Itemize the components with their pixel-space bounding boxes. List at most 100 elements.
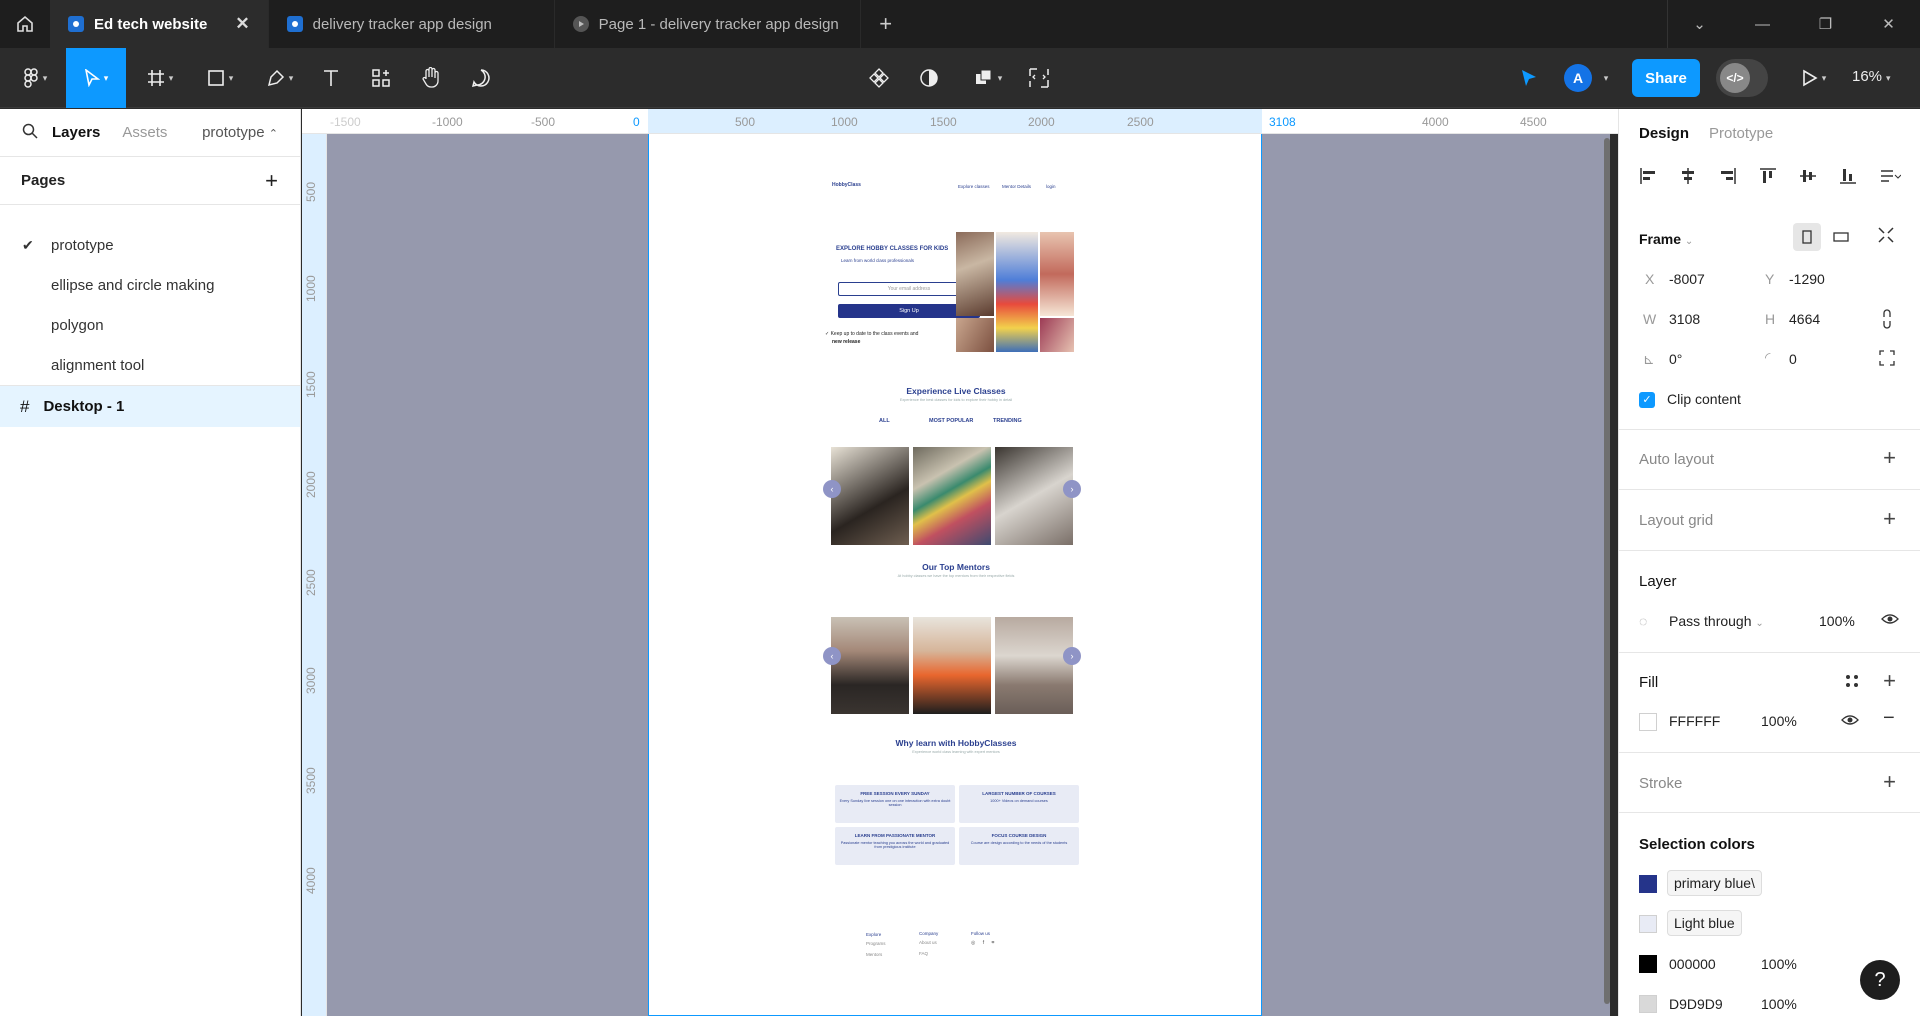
- components-icon[interactable]: [866, 60, 892, 96]
- tab-layers[interactable]: Layers: [52, 124, 100, 141]
- rotation-field[interactable]: 0°: [1669, 351, 1682, 367]
- add-auto-layout-plus-icon[interactable]: +: [1883, 445, 1896, 471]
- resize-to-fit-icon[interactable]: [1877, 226, 1895, 248]
- clip-content-checkbox[interactable]: ✓: [1639, 392, 1655, 408]
- frame-section-title[interactable]: Frame ⌄: [1639, 231, 1693, 247]
- frame-tool-icon[interactable]: ▾: [140, 60, 180, 96]
- add-page-plus-icon[interactable]: +: [265, 168, 278, 194]
- tab-design[interactable]: Design: [1639, 125, 1689, 142]
- fill-swatch[interactable]: [1639, 713, 1657, 731]
- close-tab-icon[interactable]: ✕: [235, 14, 249, 34]
- nav-mentors[interactable]: Mentor Details: [1002, 184, 1031, 189]
- new-tab-plus-icon[interactable]: +: [861, 0, 911, 48]
- canvas-scrollbar[interactable]: [1604, 138, 1610, 1004]
- fill-opacity-field[interactable]: 100%: [1761, 713, 1797, 729]
- eye-icon[interactable]: [1841, 713, 1859, 731]
- present-play-icon[interactable]: ▾: [1796, 60, 1832, 96]
- width-field[interactable]: 3108: [1669, 311, 1700, 327]
- footer-link[interactable]: Programs: [866, 941, 886, 946]
- rectangle-tool-icon[interactable]: ▾: [200, 60, 240, 96]
- align-center-v-icon[interactable]: [1799, 167, 1817, 189]
- mentor-next-icon[interactable]: ›: [1063, 647, 1081, 665]
- style-pill-primary-blue[interactable]: primary blue\: [1667, 870, 1762, 896]
- blend-mode-select[interactable]: Pass through ⌄: [1669, 613, 1764, 629]
- page-item-ellipse[interactable]: ellipse and circle making: [0, 265, 300, 305]
- color-hex-black[interactable]: 000000: [1669, 956, 1716, 972]
- independent-corners-icon[interactable]: [1879, 350, 1895, 370]
- height-field[interactable]: 4664: [1789, 311, 1820, 327]
- eye-icon[interactable]: [1881, 612, 1899, 630]
- color-hex-gray[interactable]: D9D9D9: [1669, 996, 1723, 1012]
- color-swatch-black[interactable]: [1639, 955, 1657, 973]
- filter-all[interactable]: ALL: [879, 418, 890, 424]
- remove-fill-minus-icon[interactable]: −: [1883, 707, 1895, 730]
- crop-code-icon[interactable]: [1026, 60, 1052, 96]
- layer-opacity-field[interactable]: 100%: [1819, 613, 1855, 629]
- search-icon[interactable]: [22, 123, 38, 143]
- tab-delivery-tracker[interactable]: delivery tracker app design: [269, 0, 555, 48]
- fill-hex-field[interactable]: FFFFFF: [1669, 713, 1720, 729]
- mentor-prev-icon[interactable]: ‹: [823, 647, 841, 665]
- page-item-clipped[interactable]: [0, 205, 300, 225]
- pen-tool-icon[interactable]: ▾: [260, 60, 300, 96]
- landscape-icon[interactable]: [1827, 223, 1855, 251]
- canvas[interactable]: HobbyClass Explore classes Mentor Detail…: [327, 134, 1610, 1016]
- corner-radius-field[interactable]: 0: [1789, 351, 1797, 367]
- mask-icon[interactable]: [916, 60, 942, 96]
- page-item-prototype[interactable]: ✔ prototype: [0, 225, 300, 265]
- color-swatch-light-blue[interactable]: [1639, 915, 1657, 933]
- add-fill-plus-icon[interactable]: +: [1883, 668, 1896, 694]
- distribute-icon[interactable]: [1879, 167, 1902, 189]
- dev-mode-toggle[interactable]: </>: [1716, 59, 1768, 97]
- page-item-alignment[interactable]: alignment tool: [0, 345, 300, 385]
- home-icon[interactable]: [0, 0, 50, 48]
- move-tool-icon[interactable]: ▾: [66, 48, 126, 108]
- align-bottom-icon[interactable]: [1839, 167, 1857, 189]
- layer-desktop-1[interactable]: # Desktop - 1: [0, 385, 300, 427]
- minimize-icon[interactable]: —: [1731, 0, 1794, 48]
- tab-page1-delivery[interactable]: Page 1 - delivery tracker app design: [555, 0, 861, 48]
- restore-icon[interactable]: ❐: [1794, 0, 1857, 48]
- chevron-down-icon[interactable]: ▾: [1596, 60, 1612, 96]
- tab-prototype[interactable]: Prototype: [1709, 125, 1773, 142]
- color-opacity-gray[interactable]: 100%: [1761, 996, 1797, 1012]
- nav-login[interactable]: login: [1046, 184, 1056, 189]
- carousel-prev-icon[interactable]: ‹: [823, 480, 841, 498]
- close-window-icon[interactable]: ✕: [1857, 0, 1920, 48]
- filter-trending[interactable]: TRENDING: [993, 418, 1022, 424]
- color-swatch-gray[interactable]: [1639, 995, 1657, 1013]
- footer-link[interactable]: About us: [919, 940, 938, 945]
- color-opacity-black[interactable]: 100%: [1761, 956, 1797, 972]
- chevron-down-icon[interactable]: ⌄: [1668, 0, 1731, 48]
- cursor-multiplayer-icon[interactable]: [1516, 60, 1542, 96]
- portrait-icon[interactable]: [1793, 223, 1821, 251]
- x-field[interactable]: -8007: [1669, 271, 1705, 287]
- main-menu-icon[interactable]: ▾: [18, 60, 52, 96]
- style-grid-icon[interactable]: [1845, 674, 1859, 692]
- tab-ed-tech-website[interactable]: Ed tech website ✕: [50, 0, 269, 48]
- resources-icon[interactable]: [368, 60, 394, 96]
- text-tool-icon[interactable]: [318, 60, 344, 96]
- zoom-level[interactable]: 16% ▾: [1852, 68, 1891, 85]
- add-stroke-plus-icon[interactable]: +: [1883, 769, 1896, 795]
- align-left-icon[interactable]: [1639, 167, 1657, 189]
- comment-tool-icon[interactable]: [468, 60, 494, 96]
- align-right-icon[interactable]: [1719, 167, 1737, 189]
- page-item-polygon[interactable]: polygon: [0, 305, 300, 345]
- style-pill-light-blue[interactable]: Light blue: [1667, 910, 1742, 936]
- color-swatch-primary-blue[interactable]: [1639, 875, 1657, 893]
- filter-most-popular[interactable]: MOST POPULAR: [929, 418, 973, 424]
- footer-link[interactable]: FAQ: [919, 951, 938, 956]
- y-field[interactable]: -1290: [1789, 271, 1825, 287]
- boolean-icon[interactable]: ▾: [966, 60, 1010, 96]
- align-center-h-icon[interactable]: [1679, 167, 1697, 189]
- hand-tool-icon[interactable]: [418, 60, 444, 96]
- share-button[interactable]: Share: [1632, 59, 1700, 97]
- help-button[interactable]: ?: [1860, 960, 1900, 1000]
- page-selector[interactable]: prototype ⌃: [202, 124, 278, 141]
- add-layout-grid-plus-icon[interactable]: +: [1883, 506, 1896, 532]
- social-icons[interactable]: ◎ f ⌗: [971, 940, 997, 946]
- footer-link[interactable]: Mentors: [866, 952, 886, 957]
- nav-explore[interactable]: Explore classes: [958, 184, 990, 189]
- align-top-icon[interactable]: [1759, 167, 1777, 189]
